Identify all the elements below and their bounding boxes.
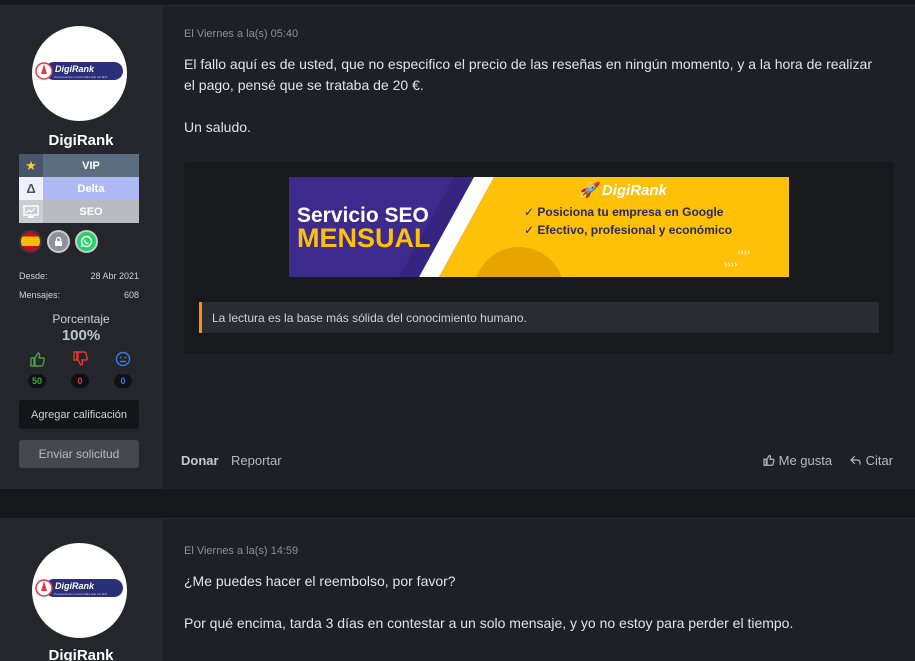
post: DigiRank Posicionamos nunca habla sólo l… xyxy=(0,5,915,489)
post-content: El Viernes a la(s) 14:59 ¿Me puedes hace… xyxy=(184,545,884,634)
report-link[interactable]: Reportar xyxy=(231,453,282,468)
svg-text:Posicionamos nunca habla sólo: Posicionamos nunca habla sólo los fácil xyxy=(54,75,107,79)
signature: Servicio SEO MENSUAL 🚀 DigiRank ✓ Posici… xyxy=(184,162,894,354)
username[interactable]: DigiRank xyxy=(0,132,162,149)
avatar[interactable]: DigiRank Posicionamos nunca habla sólo l… xyxy=(32,543,127,638)
ad-bullet: ✓ Posiciona tu empresa en Google xyxy=(524,205,723,219)
banner-label: VIP xyxy=(82,159,100,172)
send-request-button[interactable]: Enviar solicitud xyxy=(19,440,139,468)
seo-icon xyxy=(19,200,43,223)
arrows-icon: ›››› xyxy=(737,247,751,258)
ad-bullet-text: Posiciona tu empresa en Google xyxy=(537,205,724,219)
ad-brand: 🚀 DigiRank xyxy=(579,181,667,199)
ad-bullet-text: Efectivo, profesional y económico xyxy=(537,223,733,237)
thumbs-up-icon xyxy=(29,351,45,371)
stat-messages: Mensajes: 608 xyxy=(19,290,139,300)
thumbs-down-icon xyxy=(72,351,88,371)
donate-link[interactable]: Donar xyxy=(181,453,219,468)
quote-label: Citar xyxy=(865,453,894,468)
username[interactable]: DigiRank xyxy=(0,647,162,661)
rocket-icon: 🚀 xyxy=(579,182,598,199)
banner-delta: Δ Delta xyxy=(19,177,139,200)
digirank-logo: DigiRank Posicionamos nunca habla sólo l… xyxy=(35,62,123,80)
star-icon: ★ xyxy=(19,154,43,177)
spain-flag-icon[interactable] xyxy=(19,230,42,253)
svg-text:DigiRank: DigiRank xyxy=(55,64,95,74)
like-label: Me gusta xyxy=(778,453,833,468)
check-icon: ✓ xyxy=(524,205,535,219)
ad-bullet: ✓ Efectivo, profesional y económico xyxy=(524,223,732,237)
rating-negative[interactable]: 0 xyxy=(70,351,90,388)
post-date[interactable]: El Viernes a la(s) 05:40 xyxy=(184,28,884,40)
post-message: El fallo aquí es de usted, que no especi… xyxy=(184,56,872,93)
delta-icon: Δ xyxy=(19,177,43,200)
svg-text:Posicionamos nunca habla sólo: Posicionamos nunca habla sólo los fácil xyxy=(54,592,107,596)
ratings: 50 0 0 xyxy=(27,351,133,388)
add-rating-button[interactable]: Agregar calificación xyxy=(19,400,139,429)
stat-label: Desde: xyxy=(19,271,48,281)
neutral-face-icon xyxy=(115,351,131,371)
rating-positive[interactable]: 50 xyxy=(27,351,47,388)
whatsapp-icon[interactable] xyxy=(75,230,98,253)
percentage-label: Porcentaje xyxy=(52,312,110,326)
arrows-icon: ›››› xyxy=(724,259,738,270)
rating-count: 0 xyxy=(71,374,89,388)
digirank-logo: DigiRank Posicionamos nunca habla sólo l… xyxy=(35,579,123,597)
lock-icon[interactable] xyxy=(47,230,70,253)
ad-brand-text: DigiRank xyxy=(601,182,667,199)
reply-icon xyxy=(849,453,866,468)
post-message-closing: Un saludo. xyxy=(184,119,251,135)
user-sidebar: DigiRank Posicionamos nunca habla sólo l… xyxy=(0,519,162,661)
user-sidebar: DigiRank Posicionamos nunca habla sólo l… xyxy=(0,6,162,489)
stat-label: Mensajes: xyxy=(19,290,61,300)
like-button[interactable]: Me gusta xyxy=(762,453,832,468)
banner-vip: ★ VIP xyxy=(19,154,139,177)
post: DigiRank Posicionamos nunca habla sólo l… xyxy=(0,518,915,661)
user-badges xyxy=(19,230,98,253)
stat-value: 28 Abr 2021 xyxy=(90,271,139,281)
post-date[interactable]: El Viernes a la(s) 14:59 xyxy=(184,545,884,557)
post-message-followup: Por qué encima, tarda 3 días en contesta… xyxy=(184,615,794,631)
svg-text:DigiRank: DigiRank xyxy=(55,581,95,591)
banner-label: SEO xyxy=(79,205,103,218)
signature-quote: La lectura es la base más sólida del con… xyxy=(199,302,879,333)
rating-count: 50 xyxy=(27,374,46,388)
quote-button[interactable]: Citar xyxy=(849,453,893,468)
percentage-value: 100% xyxy=(61,327,101,344)
stat-since: Desde: 28 Abr 2021 xyxy=(19,271,139,281)
seo-ad-banner[interactable]: Servicio SEO MENSUAL 🚀 DigiRank ✓ Posici… xyxy=(289,177,789,277)
banner-seo: SEO xyxy=(19,200,139,223)
thumbs-up-icon xyxy=(762,453,779,468)
avatar[interactable]: DigiRank Posicionamos nunca habla sólo l… xyxy=(32,26,127,121)
stat-value: 608 xyxy=(123,290,139,300)
banner-label: Delta xyxy=(77,182,105,195)
rating-neutral[interactable]: 0 xyxy=(113,351,133,388)
rating-count: 0 xyxy=(114,374,132,388)
post-content: El Viernes a la(s) 05:40 El fallo aquí e… xyxy=(184,28,884,138)
ad-title-highlight: MENSUAL xyxy=(297,223,431,253)
post-message: ¿Me puedes hacer el reembolso, por favor… xyxy=(184,573,456,589)
check-icon: ✓ xyxy=(524,223,535,237)
user-banners: ★ VIP Δ Delta SEO xyxy=(19,154,139,223)
